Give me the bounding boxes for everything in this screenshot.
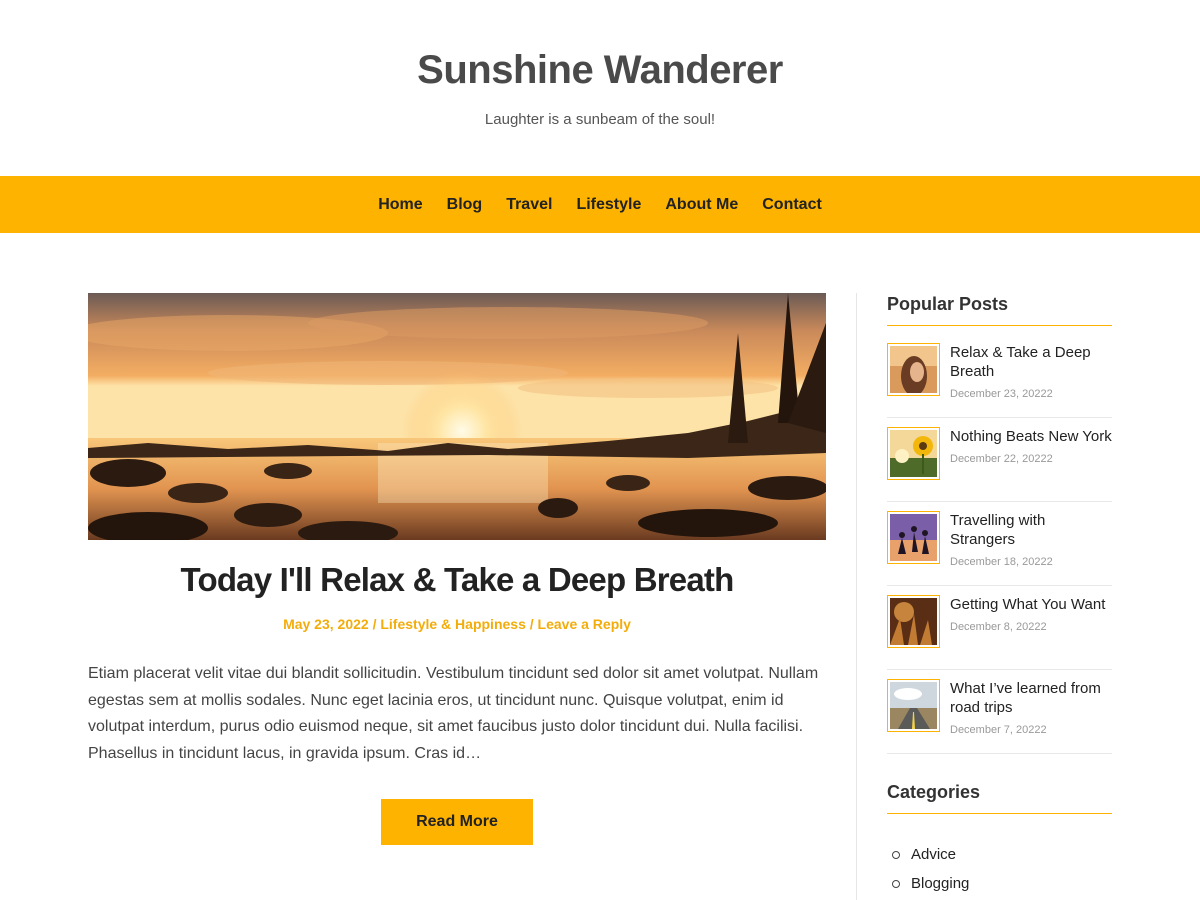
list-item: Relax & Take a Deep Breath December 23, … xyxy=(887,343,1112,418)
post-meta: May 23, 2022 / Lifestyle & Happiness / L… xyxy=(88,614,826,634)
popular-post-text: Nothing Beats New York December 22, 2022… xyxy=(950,427,1112,501)
nav-travel[interactable]: Travel xyxy=(506,196,552,214)
list-item: Nothing Beats New York December 22, 2022… xyxy=(887,418,1112,502)
popular-post-text: Getting What You Want December 8, 20222 xyxy=(950,595,1105,669)
popular-post-date: December 22, 20222 xyxy=(950,453,1053,465)
post-thumbnail[interactable] xyxy=(887,427,940,480)
featured-image[interactable] xyxy=(88,293,826,540)
categories-widget: Categories Advice Blogging xyxy=(887,780,1112,898)
main-navigation: Home Blog Travel Lifestyle About Me Cont… xyxy=(0,176,1200,233)
popular-post-text: What I’ve learned from road trips Decemb… xyxy=(950,679,1112,753)
post-excerpt: Etiam placerat velit vitae dui blandit s… xyxy=(88,665,819,762)
nav-home[interactable]: Home xyxy=(378,196,422,214)
road-thumbnail-image xyxy=(890,682,937,729)
popular-posts-title: Popular Posts xyxy=(887,292,1112,326)
category-item-blogging[interactable]: Blogging xyxy=(887,869,1112,898)
nav-about-me[interactable]: About Me xyxy=(665,196,738,214)
nav-lifestyle[interactable]: Lifestyle xyxy=(576,196,641,214)
meta-separator: / xyxy=(372,616,377,632)
list-item: Getting What You Want December 8, 20222 xyxy=(887,586,1112,670)
popular-post-date: December 8, 20222 xyxy=(950,621,1047,633)
post-thumbnail[interactable] xyxy=(887,343,940,396)
category-label: Advice xyxy=(911,846,957,863)
friends-jumping-thumbnail-image xyxy=(890,514,937,561)
popular-post-date: December 18, 20222 xyxy=(950,556,1053,568)
post-thumbnail[interactable] xyxy=(887,679,940,732)
popular-post-date: December 23, 20222 xyxy=(950,388,1053,400)
post-thumbnail[interactable] xyxy=(887,595,940,648)
popular-post-text: Relax & Take a Deep Breath December 23, … xyxy=(950,343,1112,417)
circle-bullet-icon xyxy=(892,879,900,888)
popular-post-title[interactable]: Relax & Take a Deep Breath xyxy=(950,343,1112,381)
portrait-thumbnail-image xyxy=(890,346,937,393)
popular-posts-list: Relax & Take a Deep Breath December 23, … xyxy=(887,343,1112,754)
popular-post-title[interactable]: Travelling with Strangers xyxy=(950,511,1112,549)
leave-reply-link[interactable]: Leave a Reply xyxy=(538,616,631,632)
post-title[interactable]: Today I'll Relax & Take a Deep Breath xyxy=(88,560,826,600)
category-label: Blogging xyxy=(911,875,970,892)
category-item-advice[interactable]: Advice xyxy=(887,840,1112,869)
post-date[interactable]: May 23, 2022 xyxy=(283,616,369,632)
nav-contact[interactable]: Contact xyxy=(762,196,822,214)
nav-blog[interactable]: Blog xyxy=(447,196,483,214)
sidebar-divider xyxy=(856,293,857,900)
popular-post-title[interactable]: What I’ve learned from road trips xyxy=(950,679,1112,717)
categories-title: Categories xyxy=(887,780,1112,814)
sunflower-thumbnail-image xyxy=(890,430,937,477)
popular-post-date: December 7, 20222 xyxy=(950,724,1047,736)
site-title[interactable]: Sunshine Wanderer xyxy=(0,44,1200,96)
popular-post-text: Travelling with Strangers December 18, 2… xyxy=(950,511,1112,585)
popular-post-title[interactable]: Nothing Beats New York xyxy=(950,427,1112,446)
post-thumbnail[interactable] xyxy=(887,511,940,564)
list-item: What I’ve learned from road trips Decemb… xyxy=(887,670,1112,754)
site-tagline: Laughter is a sunbeam of the soul! xyxy=(484,111,716,128)
meta-separator: / xyxy=(529,616,534,632)
popular-posts-widget: Popular Posts Relax & Take a Deep Breath… xyxy=(887,292,1112,754)
main-content: Today I'll Relax & Take a Deep Breath Ma… xyxy=(88,293,826,845)
circle-bullet-icon xyxy=(892,850,900,859)
popular-post-title[interactable]: Getting What You Want xyxy=(950,595,1105,614)
golden-field-thumbnail-image xyxy=(890,598,937,645)
site-header: Sunshine Wanderer Laughter is a sunbeam … xyxy=(0,0,1200,176)
post-category[interactable]: Lifestyle & Happiness xyxy=(380,616,526,632)
categories-list: Advice Blogging xyxy=(887,840,1112,898)
sidebar: Popular Posts Relax & Take a Deep Breath… xyxy=(887,292,1112,898)
list-item: Travelling with Strangers December 18, 2… xyxy=(887,502,1112,586)
read-more-button[interactable]: Read More xyxy=(381,799,533,845)
